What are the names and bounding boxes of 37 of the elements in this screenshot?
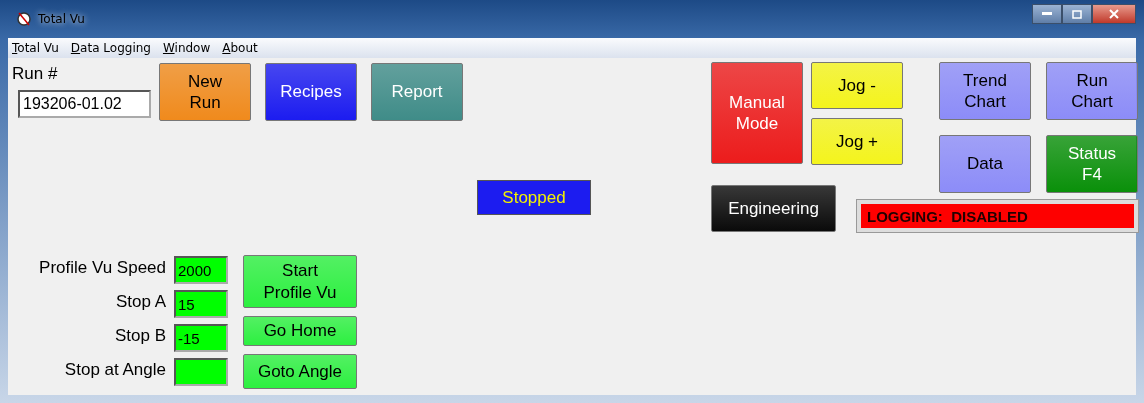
maximize-icon xyxy=(1072,9,1082,19)
field-label: Stop A xyxy=(115,292,166,312)
app-icon xyxy=(16,11,32,27)
action-button[interactable]: Jog + xyxy=(811,118,903,165)
close-icon xyxy=(1109,9,1119,19)
field-label: Stop at Angle xyxy=(64,360,166,380)
field-label: Profile Vu Speed xyxy=(39,258,166,278)
action-button[interactable]: Manual Mode xyxy=(711,62,803,164)
run-number-field[interactable]: 193206-01.02 xyxy=(18,90,151,118)
input-field[interactable] xyxy=(174,358,228,386)
action-button[interactable]: Engineering xyxy=(711,185,836,232)
window-title: Total Vu xyxy=(38,12,85,26)
action-button[interactable]: New Run xyxy=(159,63,251,121)
field-label: Stop B xyxy=(114,326,166,346)
status-indicator: Stopped xyxy=(477,180,591,215)
action-button[interactable]: Recipes xyxy=(265,63,357,121)
action-button[interactable]: Goto Angle xyxy=(243,354,357,389)
maximize-button[interactable] xyxy=(1062,4,1092,24)
menu-item[interactable]: About xyxy=(222,41,258,55)
action-button[interactable]: Go Home xyxy=(243,316,357,346)
action-button[interactable]: Jog - xyxy=(811,62,903,109)
minimize-icon xyxy=(1042,12,1052,16)
action-button[interactable]: Data xyxy=(939,135,1031,193)
action-button[interactable]: Status F4 xyxy=(1046,135,1138,193)
minimize-button[interactable] xyxy=(1032,4,1062,24)
input-field[interactable]: 15 xyxy=(174,290,228,318)
input-field[interactable]: 2000 xyxy=(174,256,228,284)
close-button[interactable] xyxy=(1092,4,1136,24)
input-field[interactable]: -15 xyxy=(174,324,228,352)
action-button[interactable]: Start Profile Vu xyxy=(243,255,357,308)
action-button[interactable]: Run Chart xyxy=(1046,62,1138,120)
menu-item[interactable]: Data Logging xyxy=(70,41,151,55)
run-number-label: Run # xyxy=(12,64,58,84)
menu-item[interactable]: Window xyxy=(162,41,211,55)
menu-item[interactable]: Total Vu xyxy=(12,41,59,55)
action-button[interactable]: Trend Chart xyxy=(939,62,1031,120)
logging-status-bar: LOGGING: DISABLED xyxy=(857,200,1138,232)
